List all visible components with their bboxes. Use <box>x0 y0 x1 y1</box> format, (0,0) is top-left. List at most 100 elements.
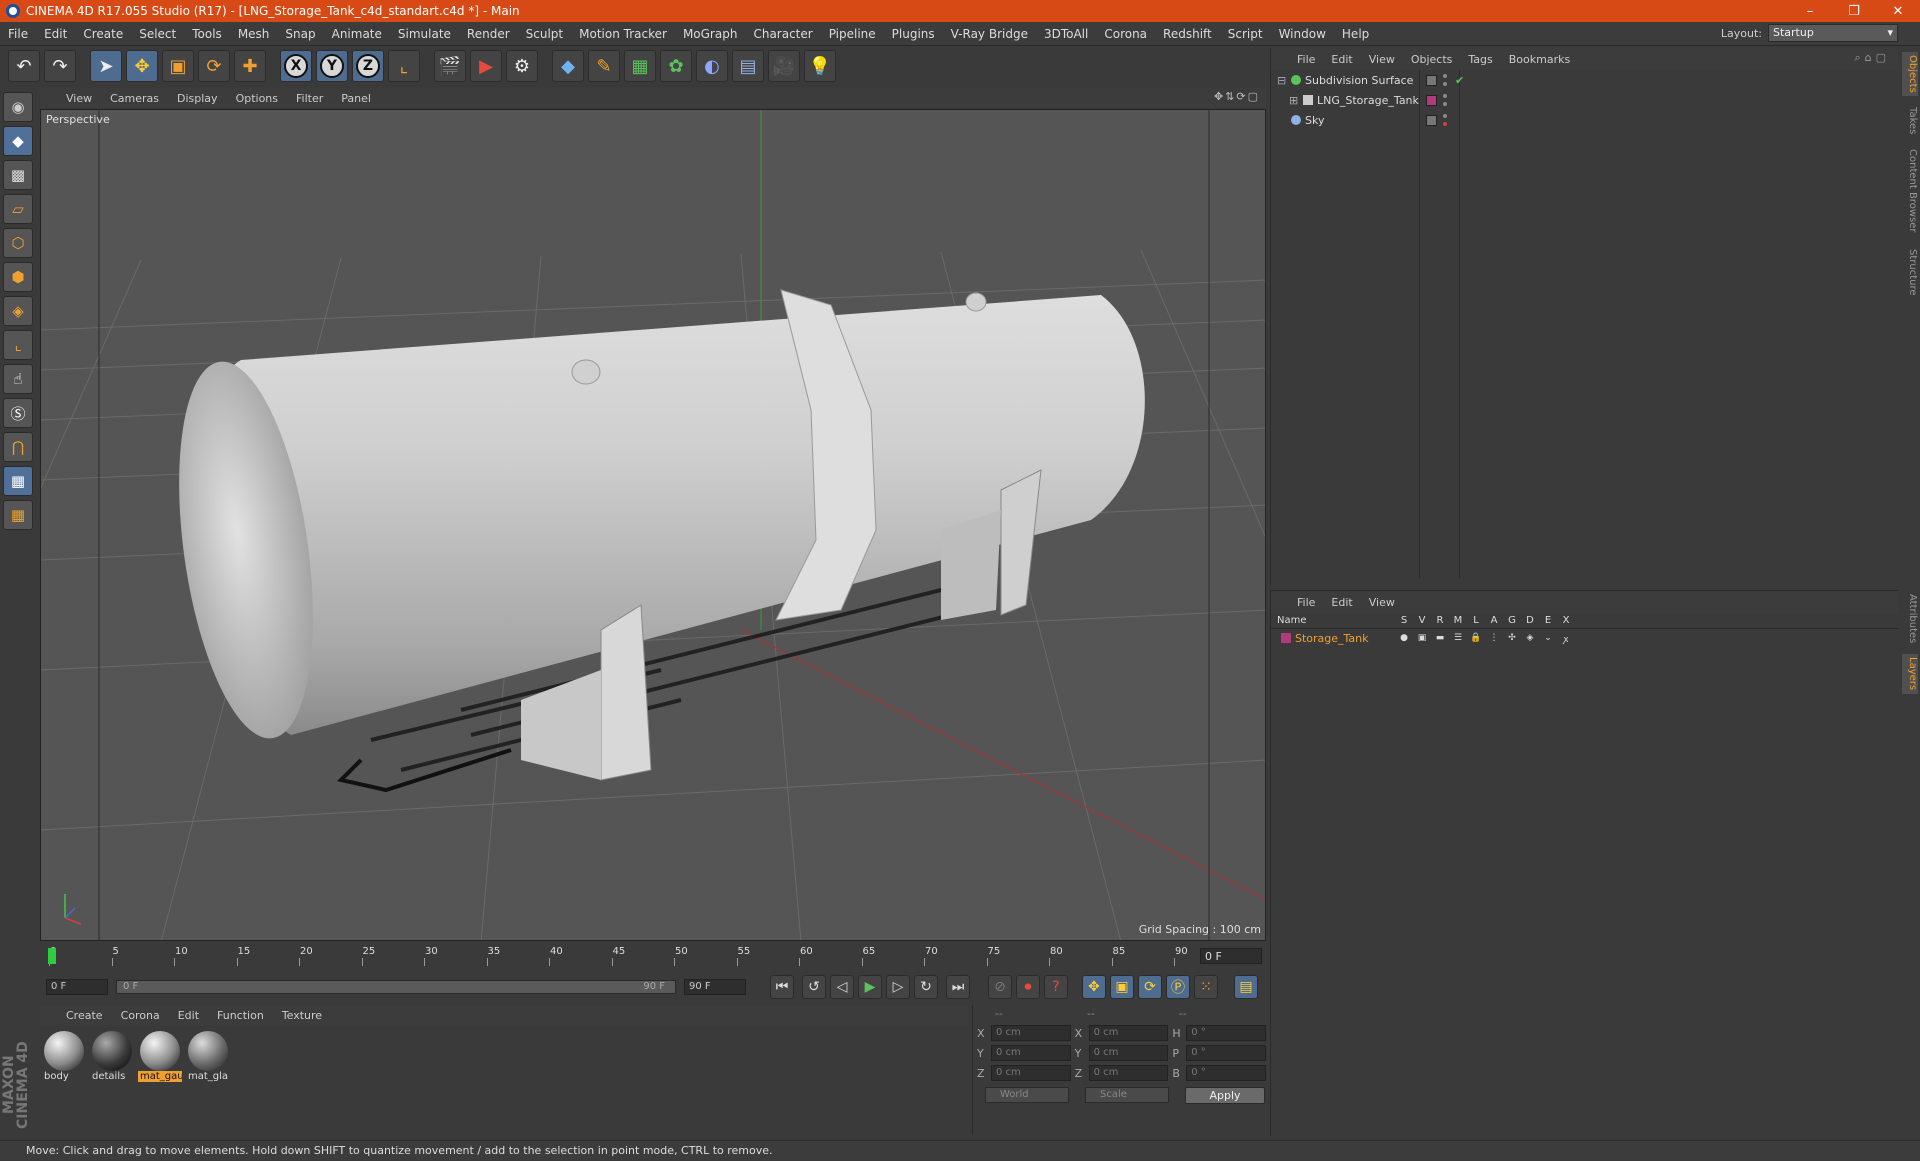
record-off-icon[interactable]: ⊘ <box>988 975 1012 999</box>
menu-pipeline[interactable]: Pipeline <box>821 27 884 41</box>
view-toggle-icon[interactable]: ▣ <box>1413 633 1431 643</box>
menu-script[interactable]: Script <box>1220 27 1271 41</box>
visibility-dots[interactable] <box>1443 94 1449 106</box>
menu-snap[interactable]: Snap <box>277 27 323 41</box>
object-row[interactable]: ⊟ Subdivision Surface ✔ <box>1271 70 1898 90</box>
texture-mode-icon[interactable]: ▩ <box>3 160 33 190</box>
menu-motion-tracker[interactable]: Motion Tracker <box>571 27 675 41</box>
layer-row[interactable]: Storage_Tank ● ▣ ▬ ☰ 🔒 ⋮ ✣ ◈ ⌄ ꭗ <box>1271 629 1898 647</box>
frame-range-slider[interactable]: 0 F 90 F <box>116 980 676 994</box>
maximize-button[interactable]: ❐ <box>1832 4 1876 19</box>
start-frame-field[interactable]: 0 F <box>46 979 108 995</box>
viewport-menu-panel[interactable]: Panel <box>341 92 371 105</box>
key-pla-icon[interactable]: ⁙ <box>1194 975 1218 999</box>
object-manager-search-icons[interactable]: ⌕⌂▢ <box>1854 51 1890 65</box>
xref-toggle-icon[interactable]: ꭗ <box>1557 632 1575 645</box>
menu-animate[interactable]: Animate <box>324 27 390 41</box>
goto-start-icon[interactable]: ⏮ <box>770 975 794 999</box>
mograph-cloner-icon[interactable]: ✿ <box>660 50 692 82</box>
edges-mode-icon[interactable]: ⬢ <box>3 262 33 292</box>
tab-layers[interactable]: Layers <box>1902 654 1918 694</box>
previous-frame-icon[interactable]: ◁ <box>830 975 854 999</box>
current-frame-field[interactable]: 0 F <box>1200 948 1262 964</box>
transform-mode-dropdown[interactable]: Scale <box>1085 1087 1169 1103</box>
position-x-field[interactable]: 0 cm <box>990 1025 1071 1041</box>
object-row[interactable]: Sky <box>1271 110 1898 130</box>
viewport-menu-display[interactable]: Display <box>177 92 218 105</box>
tab-attributes[interactable]: Attributes <box>1902 590 1918 648</box>
x-axis-lock-icon[interactable]: X <box>280 50 312 82</box>
polygons-mode-icon[interactable]: ◈ <box>3 296 33 326</box>
material-swatch[interactable]: body <box>42 1031 86 1089</box>
render-settings-icon[interactable]: ⚙ <box>506 50 538 82</box>
layer-flag[interactable] <box>1426 94 1437 106</box>
menu-sculpt[interactable]: Sculpt <box>518 27 571 41</box>
menu-mesh[interactable]: Mesh <box>230 27 278 41</box>
expression-toggle-icon[interactable]: ⌄ <box>1539 633 1557 643</box>
key-scale-icon[interactable]: ▣ <box>1110 975 1134 999</box>
transform-icon[interactable]: ✚ <box>234 50 266 82</box>
menu-edit[interactable]: Edit <box>36 27 75 41</box>
move-icon[interactable]: ✥ <box>126 50 158 82</box>
menu-tools[interactable]: Tools <box>184 27 230 41</box>
timeline-window-icon[interactable]: ▤ <box>1234 975 1258 999</box>
record-active-icon[interactable]: ⏺ <box>1016 975 1040 999</box>
lock-toggle-icon[interactable]: 🔒 <box>1467 633 1485 643</box>
key-parameter-icon[interactable]: Ⓟ <box>1166 975 1190 999</box>
layer-menu-view[interactable]: View <box>1369 596 1395 609</box>
viewport-menu-cameras[interactable]: Cameras <box>110 92 159 105</box>
tab-objects[interactable]: Objects <box>1902 52 1918 96</box>
material-menu-texture[interactable]: Texture <box>282 1009 322 1022</box>
material-menu-edit[interactable]: Edit <box>178 1009 199 1022</box>
position-y-field[interactable]: 0 cm <box>990 1045 1071 1061</box>
viewport-navigation-icons[interactable]: ✥⇅⟳▢ <box>1214 90 1260 103</box>
position-z-field[interactable]: 0 cm <box>990 1065 1071 1081</box>
next-frame-icon[interactable]: ▷ <box>886 975 910 999</box>
tab-structure[interactable]: Structure <box>1902 244 1918 300</box>
menu-create[interactable]: Create <box>75 27 131 41</box>
key-rotation-icon[interactable]: ⟳ <box>1138 975 1162 999</box>
close-button[interactable]: ✕ <box>1876 4 1920 19</box>
menu-render[interactable]: Render <box>459 27 518 41</box>
collapse-icon[interactable]: ⊟ <box>1277 74 1287 87</box>
viewport-menu-options[interactable]: Options <box>236 92 278 105</box>
material-swatch[interactable]: details <box>90 1031 134 1089</box>
tab-content-browser[interactable]: Content Browser <box>1902 146 1918 236</box>
tab-takes[interactable]: Takes <box>1902 104 1918 138</box>
autokey-icon[interactable]: ? <box>1044 975 1068 999</box>
rotate-icon[interactable]: ⟳ <box>198 50 230 82</box>
menu-vray-bridge[interactable]: V-Ray Bridge <box>943 27 1036 41</box>
axis-mode-icon[interactable]: ⌞ <box>3 330 33 360</box>
layer-menu-file[interactable]: File <box>1297 596 1315 609</box>
menu-corona[interactable]: Corona <box>1096 27 1155 41</box>
z-axis-lock-icon[interactable]: Z <box>352 50 384 82</box>
select-arrow-icon[interactable]: ➤ <box>90 50 122 82</box>
play-forward-icon[interactable]: ▶ <box>858 975 882 999</box>
object-menu-file[interactable]: File <box>1297 53 1315 66</box>
menu-file[interactable]: File <box>0 27 36 41</box>
material-menu-corona[interactable]: Corona <box>121 1009 160 1022</box>
object-menu-edit[interactable]: Edit <box>1331 53 1352 66</box>
object-menu-objects[interactable]: Objects <box>1411 53 1453 66</box>
material-menu-function[interactable]: Function <box>217 1009 264 1022</box>
object-menu-view[interactable]: View <box>1369 53 1395 66</box>
visibility-dots[interactable] <box>1443 74 1449 86</box>
light-icon[interactable]: 💡 <box>804 50 836 82</box>
key-position-icon[interactable]: ✥ <box>1082 975 1106 999</box>
rotation-h-field[interactable]: 0 ° <box>1186 1025 1266 1041</box>
layer-flag[interactable] <box>1426 114 1437 126</box>
menu-help[interactable]: Help <box>1334 27 1377 41</box>
render-picture-viewer-icon[interactable]: ▶ <box>470 50 502 82</box>
layer-color-swatch[interactable] <box>1281 633 1291 643</box>
menu-select[interactable]: Select <box>131 27 184 41</box>
rotation-b-field[interactable]: 0 ° <box>1186 1065 1266 1081</box>
object-menu-bookmarks[interactable]: Bookmarks <box>1509 53 1570 66</box>
size-x-field[interactable]: 0 cm <box>1088 1025 1169 1041</box>
spline-pen-icon[interactable]: ✎ <box>588 50 620 82</box>
menu-window[interactable]: Window <box>1271 27 1334 41</box>
visibility-dots[interactable] <box>1443 114 1449 126</box>
workplane-icon[interactable]: ▱ <box>3 194 33 224</box>
end-frame-field[interactable]: 90 F <box>684 979 746 995</box>
viewport-menu-view[interactable]: View <box>66 92 92 105</box>
material-swatch[interactable]: mat_gla <box>186 1031 230 1089</box>
